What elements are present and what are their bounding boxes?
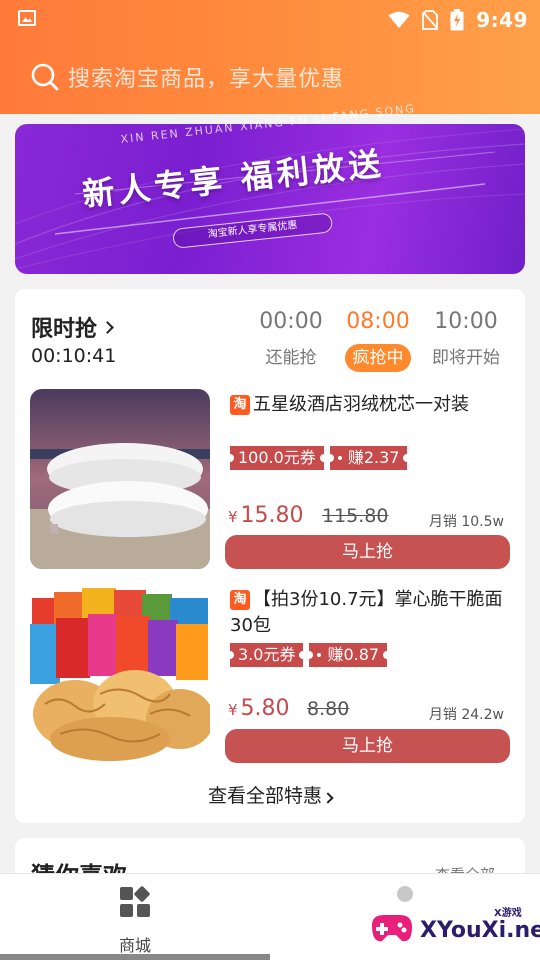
buy-now-button[interactable]: 马上抢 xyxy=(225,729,510,763)
pillow-product-image[interactable] xyxy=(30,389,210,569)
gesture-bar xyxy=(0,954,270,960)
watermark-text: XYouXi.net xyxy=(420,918,540,943)
slot-time: 08:00 xyxy=(346,309,410,334)
original-price: 115.80 xyxy=(322,505,389,527)
search-bar[interactable]: 搜索淘宝商品，享大量优惠 xyxy=(30,60,344,94)
product-title[interactable]: 淘【拍3份10.7元】掌心脆干脆面30包 xyxy=(230,587,505,639)
watermark-small: X游戏 xyxy=(494,908,522,919)
snack-product-image[interactable] xyxy=(30,584,210,764)
monthly-sales: 月销 24.2w xyxy=(428,707,504,723)
product-item[interactable]: 淘【拍3份10.7元】掌心脆干脆面30包 3.0元券 赚0.87 ¥5.80 8… xyxy=(30,584,510,764)
currency-symbol: ¥ xyxy=(228,508,238,526)
slot-status-active: 疯抢中 xyxy=(345,344,411,372)
grid-apps-icon xyxy=(120,886,150,917)
image-icon xyxy=(18,10,36,26)
earn-tag: 赚2.37 xyxy=(325,446,412,470)
view-all-deals-link[interactable]: 查看全部特惠 xyxy=(15,781,525,808)
earn-tag: 赚0.87 xyxy=(305,643,391,667)
tab-mall[interactable]: 商城 xyxy=(96,886,174,956)
chevron-right-icon xyxy=(322,792,334,804)
bottom-tab-bar: 商城 xyxy=(0,873,540,960)
product-title-text: 【拍3份10.7元】掌心脆干脆面30包 xyxy=(230,589,503,636)
product-title-text: 五星级酒店羽绒枕芯一对装 xyxy=(253,394,469,415)
no-sim-icon xyxy=(422,10,439,30)
price-value: 15.80 xyxy=(240,503,304,528)
flash-sale-title[interactable]: 限时抢 xyxy=(31,311,114,343)
chevron-right-icon xyxy=(101,320,114,334)
original-price: 8.80 xyxy=(307,698,350,720)
earn-tag-text: 赚2.37 xyxy=(347,448,400,467)
product-item[interactable]: 淘五星级酒店羽绒枕芯一对装 100.0元券 赚2.37 ¥15.80 115.8… xyxy=(30,389,510,569)
taobao-badge: 淘 xyxy=(230,395,250,415)
countdown: 00:10:41 xyxy=(31,345,117,367)
search-input[interactable]: 搜索淘宝商品，享大量优惠 xyxy=(68,61,344,93)
time-slot-0800[interactable]: 08:00 疯抢中 xyxy=(338,309,418,372)
battery-charging-icon xyxy=(450,9,464,31)
slot-time: 00:00 xyxy=(259,309,323,334)
product-price: ¥5.80 xyxy=(228,696,290,721)
price-value: 5.80 xyxy=(240,696,290,721)
product-title[interactable]: 淘五星级酒店羽绒枕芯一对装 xyxy=(230,392,505,418)
flash-sale-card: 限时抢 00:10:41 00:00 还能抢 08:00 疯抢中 10:00 即… xyxy=(15,289,525,823)
slot-time: 10:00 xyxy=(434,309,498,334)
status-time: 9:49 xyxy=(476,8,528,32)
view-all-deals-text: 查看全部特惠 xyxy=(207,785,322,807)
time-slot-1000[interactable]: 10:00 即将开始 xyxy=(426,309,506,372)
earn-tag-text: 赚0.87 xyxy=(327,645,380,664)
coupon-tag: 100.0元券 xyxy=(226,446,328,470)
time-slot-0000[interactable]: 00:00 还能抢 xyxy=(251,309,331,372)
flash-sale-title-text: 限时抢 xyxy=(31,317,98,342)
taobao-badge: 淘 xyxy=(230,590,250,610)
header: 9:49 搜索淘宝商品，享大量优惠 xyxy=(0,0,540,114)
monthly-sales: 月销 10.5w xyxy=(428,514,504,530)
status-bar: 9:49 xyxy=(0,0,540,40)
gamepad-logo-icon xyxy=(372,915,412,942)
buy-now-button[interactable]: 马上抢 xyxy=(225,535,510,569)
currency-symbol: ¥ xyxy=(228,701,238,719)
tab-indicator-dot xyxy=(397,886,413,902)
wifi-icon xyxy=(388,11,410,28)
tab-mall-label: 商城 xyxy=(118,936,151,955)
product-tags: 3.0元券 赚0.87 xyxy=(225,643,391,667)
slot-status: 还能抢 xyxy=(265,348,317,368)
coupon-tag: 3.0元券 xyxy=(225,643,308,667)
product-price: ¥15.80 xyxy=(228,503,304,528)
status-icons: 9:49 xyxy=(388,8,528,32)
product-tags: 100.0元券 赚2.37 xyxy=(226,446,412,470)
search-icon[interactable] xyxy=(30,62,60,92)
slot-status: 即将开始 xyxy=(432,348,500,368)
